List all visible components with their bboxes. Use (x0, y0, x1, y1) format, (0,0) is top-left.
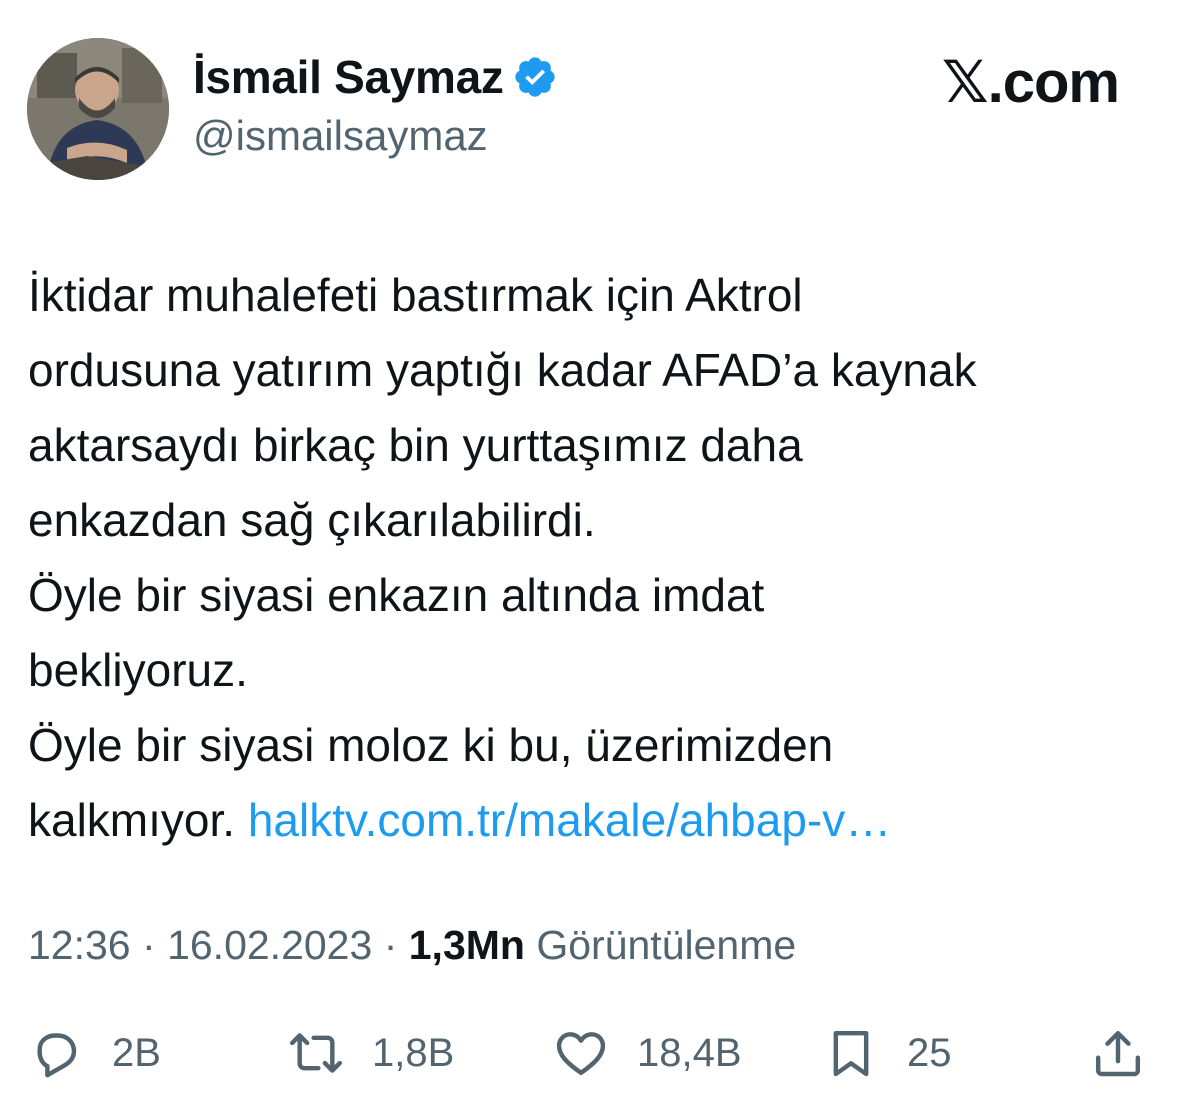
tweet-line: ordusuna yatırım yaptığı kadar AFAD’a ka… (28, 344, 977, 396)
views-count[interactable]: 1,3Mn (409, 922, 525, 968)
tweet-line: enkazdan sağ çıkarılabilirdi. (28, 494, 596, 546)
reply-count: 2B (112, 1030, 161, 1075)
share-icon (1095, 1030, 1141, 1077)
repost-button[interactable]: 1,8B (288, 1018, 454, 1088)
user-handle[interactable]: @ismailsaymaz (193, 112, 488, 160)
tweet-line: bekliyoruz. (28, 644, 248, 696)
verified-badge-icon (512, 54, 558, 100)
repost-count: 1,8B (372, 1030, 455, 1075)
repost-icon (289, 1033, 343, 1073)
reply-button[interactable]: 2B (28, 1018, 161, 1088)
meta-separator: · (383, 922, 398, 968)
bookmark-icon (833, 1030, 869, 1077)
tweet-text: İktidar muhalefeti bastırmak için Aktrol… (28, 258, 1158, 858)
tweet-date[interactable]: 16.02.2023 (167, 922, 372, 968)
meta-separator: · (142, 922, 156, 968)
heart-icon (556, 1032, 606, 1076)
bookmark-count: 25 (907, 1030, 952, 1075)
tweet-line: Öyle bir siyasi moloz ki bu, üzerimizden (28, 719, 834, 771)
x-logo: 𝕏.com (941, 50, 1120, 115)
like-button[interactable]: 18,4B (553, 1018, 742, 1088)
like-count: 18,4B (637, 1030, 742, 1075)
bookmark-button[interactable]: 25 (823, 1018, 952, 1088)
tweet-line: Öyle bir siyasi enkazın altında imdat (28, 569, 765, 621)
tweet-line: aktarsaydı birkaç bin yurttaşımız daha (28, 419, 803, 471)
tweet-meta: 12:36 · 16.02.2023 · 1,3Mn Görüntülenme (28, 922, 796, 969)
views-label: Görüntülenme (536, 922, 797, 968)
tweet-line: İktidar muhalefeti bastırmak için Aktrol (28, 269, 803, 321)
tweet-time[interactable]: 12:36 (28, 922, 131, 968)
avatar[interactable] (27, 38, 169, 180)
tweet-line-text: kalkmıyor. (28, 794, 236, 846)
action-bar: 2B 1,8B 18,4B 25 (28, 1018, 1152, 1088)
display-name-text[interactable]: İsmail Saymaz (193, 50, 504, 104)
display-name[interactable]: İsmail Saymaz (193, 50, 558, 104)
tweet-last-line: kalkmıyor. halktv.com.tr/makale/ahbap-v… (28, 783, 1158, 858)
article-link[interactable]: halktv.com.tr/makale/ahbap-v… (248, 794, 891, 846)
share-button[interactable] (1090, 1018, 1146, 1088)
reply-icon (37, 1033, 77, 1078)
